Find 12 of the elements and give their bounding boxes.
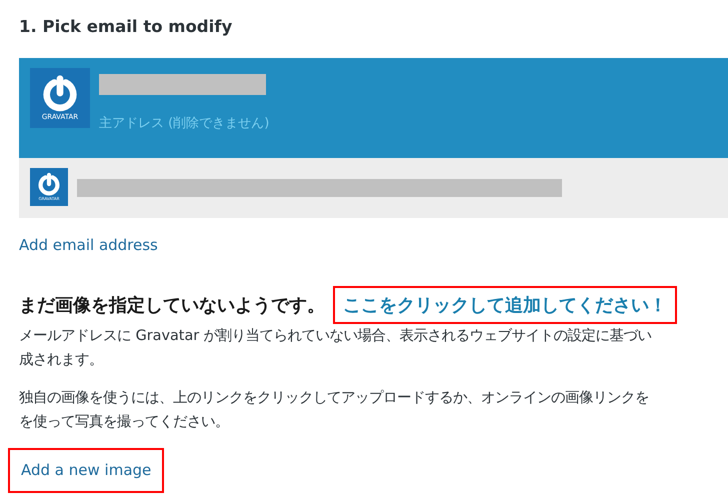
add-email-link[interactable]: Add email address [19, 234, 158, 256]
email-note: 主アドレス (削除できません) [99, 115, 270, 133]
text-line: メールアドレスに Gravatar が割り当てられていない場合、表示されるウェブサイトの設定に基づい [19, 326, 652, 346]
text-line: 独自の画像を使うには、上のリンクをクリックしてアップロードするか、オンラインの画像リンクを [19, 388, 649, 408]
section-title: 1. Pick email to modify [19, 16, 232, 38]
notice-heading: まだ画像を指定していないようです。 [19, 294, 325, 317]
text-line: を使って写真を撮ってください。 [19, 413, 230, 432]
power-ring-icon [37, 172, 61, 196]
add-image-link[interactable]: ここをクリックして追加してください！ [333, 286, 677, 324]
text-line: 成されます。 [19, 351, 104, 370]
power-ring-icon [41, 74, 79, 112]
add-image-link[interactable]: Add a new image [8, 448, 164, 493]
